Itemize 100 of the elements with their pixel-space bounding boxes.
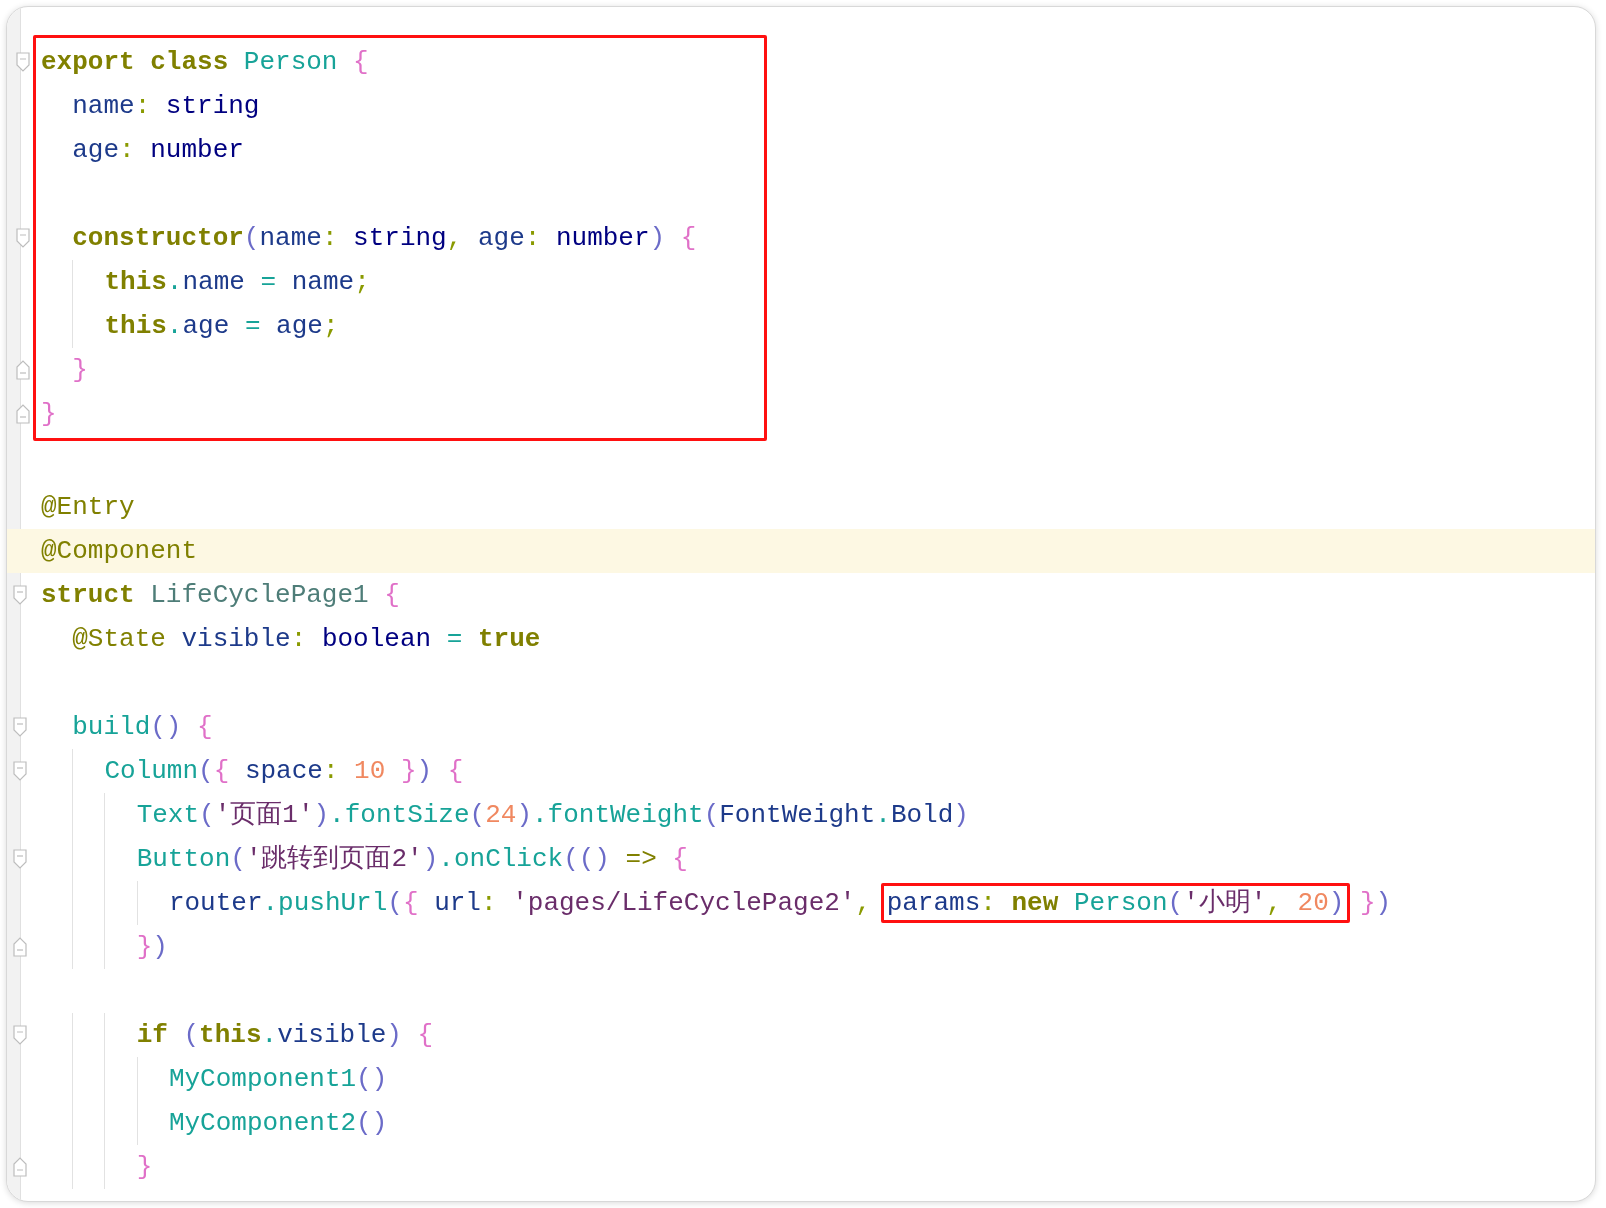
keyword: class	[149, 47, 229, 77]
type-name: number	[554, 223, 650, 253]
brace: }	[1359, 888, 1376, 918]
punctuation: .	[875, 800, 891, 830]
fold-marker-icon[interactable]	[16, 228, 30, 248]
parenthesis: )	[1375, 888, 1392, 918]
identifier: name	[291, 267, 355, 297]
annotation: @Entry	[41, 492, 135, 522]
punctuation: ,	[446, 223, 463, 253]
brace: {	[383, 580, 400, 610]
parenthesis: )	[649, 223, 666, 253]
punctuation: .	[329, 800, 345, 830]
string-literal: '小明'	[1183, 888, 1267, 918]
string-literal: 'pages/LifeCyclePage2'	[511, 888, 856, 918]
brace: {	[352, 47, 369, 77]
annotation: @Component	[41, 536, 198, 566]
keyword: this	[199, 1020, 262, 1050]
fold-marker-icon[interactable]	[13, 717, 27, 737]
brace: }	[136, 1152, 153, 1182]
punctuation: ;	[322, 311, 339, 341]
identifier: url	[433, 888, 481, 918]
keyword: this	[104, 267, 167, 297]
class-name: Person	[242, 47, 338, 77]
brace: {	[679, 223, 697, 253]
keyword: constructor	[72, 223, 244, 253]
function-name: MyComponent2	[168, 1108, 357, 1138]
class-name: Person	[1072, 888, 1168, 918]
function-name: Button	[136, 844, 231, 874]
number-literal: 24	[485, 800, 517, 830]
parenthesis: (	[1167, 888, 1184, 918]
identifier: Bold	[890, 800, 954, 830]
identifier: FontWeight	[719, 800, 876, 830]
struct-name: LifeCyclePage1	[149, 580, 369, 610]
fold-marker-icon[interactable]	[13, 585, 27, 605]
function-name: Text	[136, 800, 200, 830]
brace: {	[446, 756, 464, 786]
identifier: age	[476, 223, 525, 253]
parenthesis: (	[703, 800, 720, 830]
parenthesis: )	[516, 800, 532, 830]
punctuation: :	[134, 91, 151, 121]
fold-marker-icon[interactable]	[13, 849, 27, 869]
identifier: name	[72, 91, 135, 121]
fold-marker-icon[interactable]	[16, 52, 30, 72]
punctuation: ;	[354, 267, 370, 297]
keyword: new	[1010, 888, 1059, 918]
punctuation: .	[532, 800, 548, 830]
keyword: export	[41, 47, 135, 77]
punctuation: .	[438, 844, 454, 874]
operator: =	[243, 311, 262, 341]
brace: }	[72, 355, 88, 385]
parenthesis: )	[152, 932, 168, 962]
punctuation: :	[322, 756, 339, 786]
brace: {	[213, 756, 230, 786]
string-literal: '页面1'	[214, 800, 314, 830]
identifier: name	[182, 267, 245, 297]
brace: {	[402, 888, 419, 918]
keyword: if	[136, 1020, 168, 1050]
number-literal: 10	[353, 756, 386, 786]
punctuation: :	[980, 888, 996, 918]
identifier: name	[259, 223, 322, 253]
parenthesis: (	[182, 1020, 200, 1050]
parenthesis: ()	[150, 712, 182, 742]
type-name: string	[164, 91, 260, 121]
arrow-operator: =>	[624, 844, 657, 874]
identifier: visible	[180, 624, 291, 654]
parenthesis: (	[230, 844, 246, 874]
identifier: age	[182, 311, 230, 341]
parenthesis: )	[1328, 888, 1345, 918]
keyword: true	[477, 624, 541, 654]
punctuation: .	[166, 311, 183, 341]
fold-marker-icon[interactable]	[13, 761, 27, 781]
parenthesis: )	[416, 756, 433, 786]
annotation: @State	[72, 624, 166, 654]
identifier: age	[276, 311, 323, 341]
parenthesis: ()	[356, 1108, 388, 1138]
fold-marker-icon[interactable]	[13, 1025, 27, 1045]
punctuation: :	[524, 223, 541, 253]
brace: }	[41, 399, 57, 429]
punctuation: ,	[855, 888, 873, 918]
parenthesis: )	[386, 1020, 402, 1050]
punctuation: :	[290, 624, 307, 654]
parenthesis: ()	[356, 1064, 388, 1094]
unfold-marker-icon[interactable]	[16, 404, 30, 424]
type-name: number	[149, 135, 244, 165]
function-name: pushUrl	[278, 888, 388, 918]
punctuation: :	[480, 888, 497, 918]
unfold-marker-icon[interactable]	[16, 360, 30, 380]
function-name: Column	[104, 756, 199, 786]
brace: {	[196, 712, 213, 742]
identifier: router	[168, 888, 263, 918]
identifier: age	[72, 135, 120, 165]
number-literal: 20	[1296, 888, 1329, 918]
keyword: struct	[41, 580, 135, 610]
punctuation: :	[119, 135, 135, 165]
parenthesis: (	[198, 756, 214, 786]
brace: }	[399, 756, 417, 786]
type-name: string	[352, 223, 447, 253]
string-literal: '跳转到页面2'	[245, 844, 423, 874]
punctuation: :	[321, 223, 338, 253]
function-name: onClick	[453, 844, 564, 874]
